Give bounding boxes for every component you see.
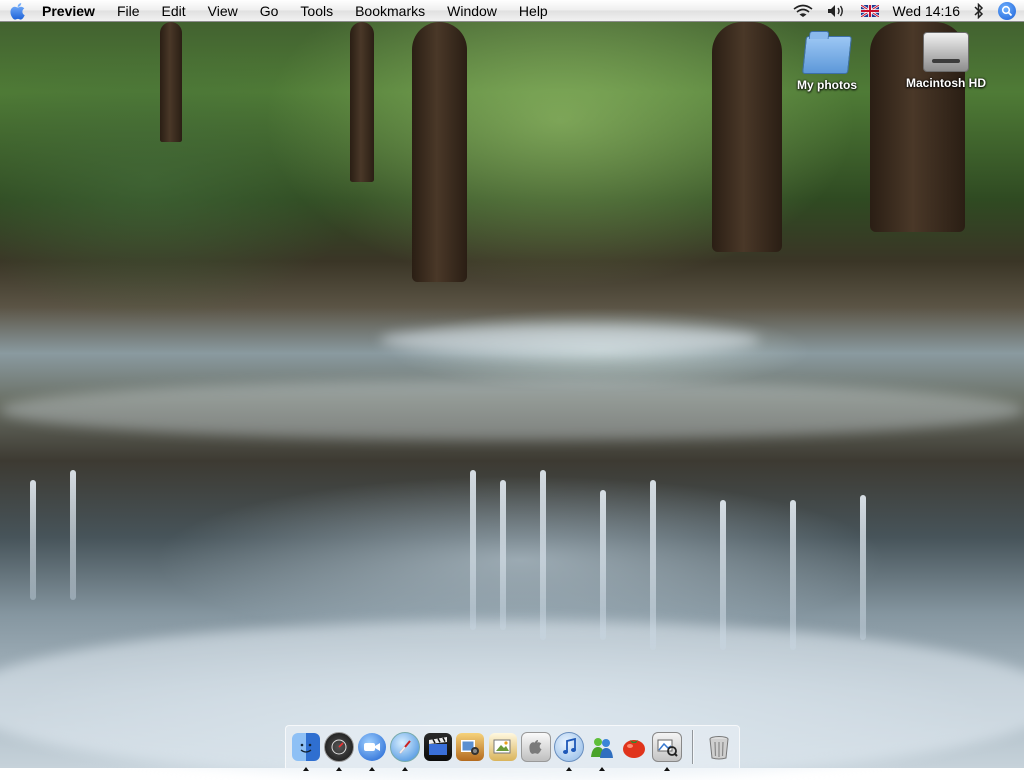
waterfall-streak [30,480,36,600]
desktop-icon-label: Macintosh HD [905,76,986,90]
menu-window[interactable]: Window [436,0,508,22]
desktop-icon-my-photos[interactable]: My photos [777,36,877,92]
ichat-video-icon [357,733,386,761]
menu-tools[interactable]: Tools [289,0,344,22]
waterfall-streak [470,470,476,630]
menu-go[interactable]: Go [249,0,290,22]
finder-icon [292,733,321,761]
spotlight-icon[interactable] [998,1,1016,20]
waterfall-streak [600,490,606,640]
image-editor-icon [651,732,682,762]
preview-icon [488,733,517,761]
volume-icon[interactable] [827,4,847,18]
waterfall-streak [540,470,546,640]
iphoto-icon [456,733,485,761]
water-pool [380,325,760,355]
apple-menu[interactable] [0,0,36,22]
menu-view[interactable]: View [197,0,249,22]
tree-trunk [160,22,182,142]
menu-edit[interactable]: Edit [151,0,197,22]
menu-help[interactable]: Help [508,0,559,22]
dock-image-editor[interactable] [651,732,682,771]
dock-preview[interactable] [488,732,517,762]
water-pool [0,380,1024,440]
tomato-app-icon [620,733,648,761]
dock [285,725,740,771]
waterfall-streak [500,480,506,630]
dock-itunes[interactable] [553,732,584,771]
dock-trash[interactable] [704,732,733,762]
waterfall-streak [860,495,866,640]
waterfall-streak [70,470,76,600]
dock-safari[interactable] [389,732,420,771]
menu-bookmarks[interactable]: Bookmarks [344,0,436,22]
dock-ichat[interactable] [357,732,386,771]
itunes-icon [553,732,584,762]
dock-system-preferences[interactable] [520,732,551,762]
system-preferences-icon [520,732,551,762]
desktop-wallpaper [0,0,1024,780]
menu-clock[interactable]: Wed 14:16 [893,3,960,19]
dock-finder[interactable] [292,732,321,771]
tree-trunk [350,22,374,182]
trash-icon [705,733,733,761]
menu-app-name[interactable]: Preview [36,0,106,22]
dock-iphoto[interactable] [456,732,485,762]
dock-imovie[interactable] [423,732,452,762]
menu-extras: Wed 14:16 [786,0,1024,22]
wifi-icon[interactable] [793,4,813,18]
tree-trunk [712,22,782,252]
desktop-icon-macintosh-hd[interactable]: Macintosh HD [896,32,996,90]
menu-bar: Preview File Edit View Go Tools Bookmark… [0,0,1024,22]
messenger-icon [588,733,616,761]
waterfall-streak [790,500,796,650]
desktop-icon-label: My photos [797,78,857,92]
dock-messenger[interactable] [587,732,616,771]
apple-icon [10,2,25,20]
dashboard-icon [324,732,355,762]
tree-trunk [412,22,467,282]
menu-file[interactable]: File [106,0,151,22]
folder-icon [802,36,852,74]
imovie-icon [423,733,452,761]
safari-icon [389,732,420,762]
waterfall-streak [650,480,656,650]
dock-tomato-app[interactable] [619,732,648,762]
hard-drive-icon [923,32,969,72]
uk-flag-icon[interactable] [860,4,879,17]
bluetooth-icon[interactable] [974,2,984,19]
dock-dashboard[interactable] [324,732,355,771]
waterfall-streak [720,500,726,650]
dock-separator [691,730,693,764]
